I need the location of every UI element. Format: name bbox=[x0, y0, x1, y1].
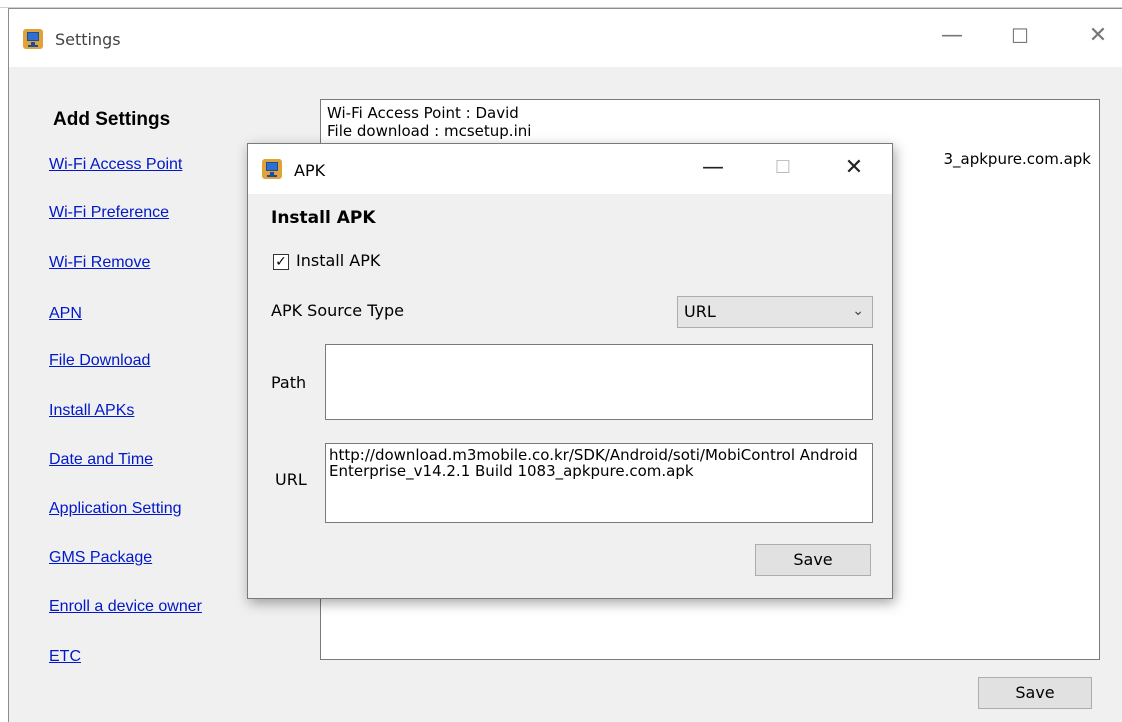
url-label: URL bbox=[275, 470, 307, 489]
path-textarea[interactable] bbox=[325, 344, 873, 420]
apk-source-type-select[interactable]: URL ⌄ bbox=[677, 296, 873, 328]
sidebar-link-application-setting[interactable]: Application Setting bbox=[49, 500, 182, 518]
chevron-down-icon: ⌄ bbox=[852, 303, 864, 319]
sidebar-link-gms-package[interactable]: GMS Package bbox=[49, 549, 152, 567]
sidebar-link-wifi-remove[interactable]: Wi-Fi Remove bbox=[49, 254, 150, 272]
apk-dialog-title: APK bbox=[294, 161, 326, 180]
log-line: Wi-Fi Access Point : David bbox=[327, 104, 519, 122]
monitor-app-icon bbox=[23, 29, 43, 49]
log-line: File download : mcsetup.ini bbox=[327, 122, 532, 140]
sidebar-link-file-download[interactable]: File Download bbox=[49, 352, 150, 370]
minimize-button[interactable]: — bbox=[698, 157, 728, 179]
sidebar-link-enroll-device-owner[interactable]: Enroll a device owner bbox=[49, 598, 202, 616]
install-apk-section-title: Install APK bbox=[271, 208, 376, 228]
apk-titlebar[interactable]: APK — ☐ ✕ bbox=[248, 144, 892, 194]
minimize-button[interactable]: — bbox=[937, 25, 967, 47]
close-button[interactable]: ✕ bbox=[839, 157, 869, 179]
maximize-button: ☐ bbox=[774, 157, 792, 178]
apk-dialog: APK — ☐ ✕ Install APK ✓ Install APK APK … bbox=[247, 143, 893, 599]
path-label: Path bbox=[271, 373, 307, 392]
sidebar-link-install-apks[interactable]: Install APKs bbox=[49, 402, 134, 420]
apk-save-button[interactable]: Save bbox=[755, 544, 871, 576]
install-apk-checkbox[interactable]: ✓ bbox=[273, 254, 289, 270]
background-app-strip bbox=[0, 0, 1122, 8]
sidebar-link-wifi-access-point[interactable]: Wi-Fi Access Point bbox=[49, 156, 182, 174]
apk-source-type-value: URL bbox=[684, 302, 716, 321]
settings-window-title: Settings bbox=[55, 30, 121, 49]
sidebar-link-wifi-preference[interactable]: Wi-Fi Preference bbox=[49, 204, 169, 222]
close-button[interactable]: ✕ bbox=[1083, 25, 1113, 47]
settings-save-button[interactable]: Save bbox=[978, 677, 1092, 709]
background-app-edge bbox=[0, 8, 8, 722]
sidebar-link-apn[interactable]: APN bbox=[49, 305, 82, 323]
maximize-button[interactable]: ☐ bbox=[1005, 26, 1035, 46]
settings-titlebar[interactable]: Settings — ☐ ✕ bbox=[9, 9, 1122, 67]
log-line-partial: 3_apkpure.com.apk bbox=[943, 150, 1091, 168]
url-textarea[interactable]: http://download.m3mobile.co.kr/SDK/Andro… bbox=[325, 443, 873, 523]
install-apk-checkbox-label[interactable]: Install APK bbox=[296, 251, 380, 270]
monitor-app-icon bbox=[262, 159, 282, 179]
apk-source-type-label: APK Source Type bbox=[271, 301, 404, 320]
add-settings-title: Add Settings bbox=[53, 109, 171, 130]
sidebar-link-date-and-time[interactable]: Date and Time bbox=[49, 451, 153, 469]
sidebar-link-etc[interactable]: ETC bbox=[49, 648, 81, 666]
